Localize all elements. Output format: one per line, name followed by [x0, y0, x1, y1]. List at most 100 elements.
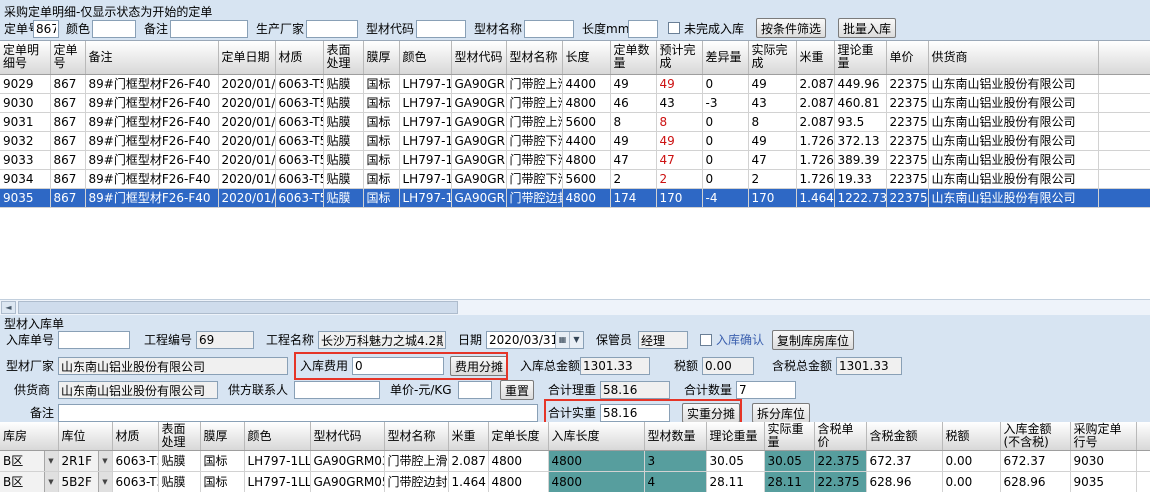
column-header[interactable]: 材质 — [275, 41, 323, 74]
project-no-input[interactable] — [196, 331, 254, 349]
order-row[interactable]: 903286789#门框型材F26-F40（866+867）2020/01/13… — [0, 131, 1150, 150]
note-input[interactable] — [58, 404, 538, 422]
total-amount-input[interactable] — [580, 357, 650, 375]
column-header[interactable]: 定单号 — [50, 41, 85, 74]
column-header[interactable]: 定单明细号 — [0, 41, 50, 74]
column-header[interactable]: 理论重量 — [834, 41, 886, 74]
column-header[interactable]: 定单日期 — [218, 41, 275, 74]
supplier-contact-input[interactable] — [294, 381, 380, 399]
reset-button[interactable]: 重置 — [500, 380, 534, 400]
order-row[interactable]: 902986789#门框型材F26-F40（866+867）2020/01/13… — [0, 74, 1150, 93]
scrollbar-thumb[interactable] — [18, 301, 458, 314]
column-header[interactable]: 含税金额 — [866, 422, 942, 451]
column-header[interactable]: 米重 — [796, 41, 834, 74]
column-header[interactable]: 备注 — [85, 41, 218, 74]
combo-value: B区 — [0, 451, 44, 471]
chevron-down-icon[interactable]: ▼ — [569, 332, 583, 348]
cell: 国标 — [363, 150, 399, 169]
column-header[interactable]: 材质 — [112, 422, 158, 451]
column-header[interactable]: 颜色 — [399, 41, 451, 74]
supplier-input[interactable] — [58, 381, 218, 399]
chevron-down-icon[interactable]: ▼ — [98, 451, 112, 471]
cell: 1.726 — [796, 169, 834, 188]
column-header[interactable]: 型材代码 — [310, 422, 384, 451]
order-row[interactable]: 903086789#门框型材F26-F40（866+867）2020/01/13… — [0, 93, 1150, 112]
inbound-no-input[interactable] — [58, 331, 130, 349]
column-header[interactable]: 库房 — [0, 422, 58, 451]
column-header[interactable]: 含税单价 — [814, 422, 866, 451]
column-header[interactable]: 颜色 — [244, 422, 310, 451]
profile-name-filter-input[interactable] — [524, 20, 574, 38]
column-header[interactable]: 型材数量 — [644, 422, 706, 451]
cell: 山东南山铝业股份有限公司 — [928, 169, 1098, 188]
chevron-down-icon[interactable]: ▼ — [44, 451, 58, 471]
horizontal-scrollbar[interactable]: ◄ — [0, 299, 1150, 315]
inbound-fee-input[interactable] — [352, 357, 444, 375]
column-header[interactable]: 单价 — [886, 41, 928, 74]
total-with-tax-input[interactable] — [836, 357, 902, 375]
order-no-input[interactable] — [33, 20, 59, 38]
order-row[interactable]: 903586789#门框型材F26-F40（866+867）2020/01/13… — [0, 188, 1150, 207]
calendar-icon[interactable]: ▦ — [555, 332, 569, 348]
project-name-input[interactable] — [318, 331, 446, 349]
factory-input[interactable] — [58, 357, 288, 375]
order-row[interactable]: 903486789#门框型材F26-F40（866+867）2020/01/13… — [0, 169, 1150, 188]
copy-location-button[interactable]: 复制库房库位 — [772, 330, 854, 350]
cell: 1.464 — [796, 188, 834, 207]
cell: 2 — [656, 169, 702, 188]
date-field[interactable]: ▦▼ — [486, 331, 584, 349]
column-header[interactable]: 供货商 — [928, 41, 1098, 74]
column-header[interactable]: 税额 — [942, 422, 1000, 451]
unit-price-input[interactable] — [458, 381, 492, 399]
manufacturer-input[interactable] — [306, 20, 358, 38]
order-row[interactable]: 903186789#门框型材F26-F40（866+867）2020/01/13… — [0, 112, 1150, 131]
cell: 9030 — [0, 93, 50, 112]
column-header[interactable]: 差异量 — [702, 41, 748, 74]
keeper-input[interactable] — [638, 331, 688, 349]
chevron-down-icon[interactable]: ▼ — [44, 472, 58, 492]
split-location-button[interactable]: 拆分库位 — [752, 403, 810, 423]
column-header[interactable]: 型材名称 — [506, 41, 562, 74]
column-header[interactable]: 入库长度 — [548, 422, 644, 451]
column-header[interactable]: 定单数量 — [610, 41, 656, 74]
remark-filter-input[interactable] — [170, 20, 248, 38]
tax-input[interactable] — [702, 357, 754, 375]
inbound-row[interactable]: B区▼2R1F▼6063-T5贴膜国标LH797-1LL0GA90GRM03门带… — [0, 451, 1150, 472]
column-header[interactable]: 实际完成 — [748, 41, 796, 74]
actual-weight-share-button[interactable]: 实重分摊 — [682, 403, 740, 423]
column-header[interactable] — [1136, 422, 1150, 451]
column-header[interactable] — [1098, 41, 1150, 74]
fee-share-button[interactable]: 费用分摊 — [450, 356, 508, 376]
column-header[interactable]: 理论重量 — [706, 422, 764, 451]
column-header[interactable]: 库位 — [58, 422, 112, 451]
column-header[interactable]: 长度 — [562, 41, 610, 74]
batch-inbound-button[interactable]: 批量入库 — [838, 18, 896, 38]
column-header[interactable]: 入库金额(不含税) — [1000, 422, 1070, 451]
color-filter-input[interactable] — [92, 20, 136, 38]
length-filter-input[interactable] — [628, 20, 658, 38]
column-header[interactable]: 实际重量 — [764, 422, 814, 451]
total-theory-weight-input[interactable] — [600, 381, 670, 399]
profile-code-filter-input[interactable] — [416, 20, 466, 38]
filter-by-condition-button[interactable]: 按条件筛选 — [756, 18, 826, 38]
column-header[interactable]: 表面处理 — [323, 41, 363, 74]
column-header[interactable]: 定单长度 — [488, 422, 548, 451]
chevron-down-icon[interactable]: ▼ — [98, 472, 112, 492]
total-actual-weight-input[interactable] — [600, 404, 670, 422]
column-header[interactable]: 表面处理 — [158, 422, 200, 451]
column-header[interactable]: 预计完成 — [656, 41, 702, 74]
column-header[interactable]: 米重 — [448, 422, 488, 451]
column-header[interactable]: 型材名称 — [384, 422, 448, 451]
order-row[interactable]: 903386789#门框型材F26-F40（866+867）2020/01/13… — [0, 150, 1150, 169]
column-header[interactable]: 膜厚 — [200, 422, 244, 451]
inbound-confirm-checkbox[interactable] — [700, 334, 712, 346]
inbound-row[interactable]: B区▼5B2F▼6063-T5贴膜国标LH797-1LL0GA90GRM05门带… — [0, 472, 1150, 492]
scroll-left-icon[interactable]: ◄ — [1, 301, 16, 314]
column-header[interactable]: 型材代码 — [451, 41, 506, 74]
unfinished-inbound-checkbox[interactable] — [668, 22, 680, 34]
cell: 2R1F▼ — [58, 451, 112, 472]
inbound-fee-label: 入库费用 — [300, 357, 348, 375]
column-header[interactable]: 膜厚 — [363, 41, 399, 74]
column-header[interactable]: 采购定单行号 — [1070, 422, 1136, 451]
total-qty-input[interactable] — [736, 381, 796, 399]
